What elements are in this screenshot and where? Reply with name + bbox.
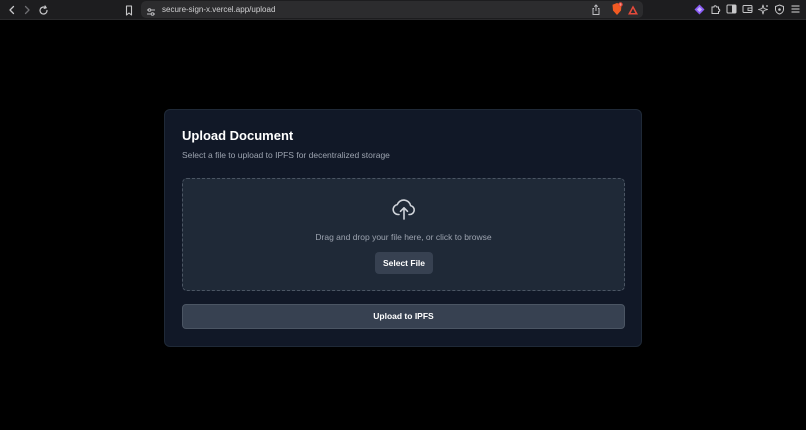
leo-ai-icon[interactable]	[757, 3, 769, 15]
reload-icon[interactable]	[36, 3, 50, 17]
wallet-diamond-icon[interactable]	[693, 3, 705, 15]
upload-cloud-icon	[391, 196, 417, 222]
back-icon[interactable]	[5, 3, 19, 17]
dropzone-hint: Drag and drop your file here, or click t…	[315, 232, 492, 242]
select-file-button[interactable]: Select File	[375, 252, 433, 274]
upload-card: Upload Document Select a file to upload …	[164, 109, 642, 347]
brave-rewards-icon[interactable]	[627, 3, 639, 15]
file-dropzone[interactable]: Drag and drop your file here, or click t…	[182, 178, 625, 291]
menu-icon[interactable]	[789, 3, 801, 15]
forward-icon[interactable]	[20, 3, 34, 17]
wallet-icon[interactable]	[741, 3, 753, 15]
bookmark-icon[interactable]	[122, 3, 136, 17]
url-text[interactable]: secure-sign-x.vercel.app/upload	[162, 3, 275, 16]
share-icon[interactable]	[591, 3, 601, 15]
site-settings-icon[interactable]	[146, 4, 156, 16]
page-title: Upload Document	[182, 128, 294, 143]
address-bar[interactable]: secure-sign-x.vercel.app/upload 9	[141, 1, 643, 18]
browser-toolbar: secure-sign-x.vercel.app/upload 9	[0, 0, 806, 20]
extensions-puzzle-icon[interactable]	[709, 3, 721, 15]
brave-shields-icon[interactable]: 9	[611, 2, 623, 16]
upload-to-ipfs-button[interactable]: Upload to IPFS	[182, 304, 625, 329]
sidebar-icon[interactable]	[725, 3, 737, 15]
vpn-shield-icon[interactable]	[773, 3, 785, 15]
page-subtitle: Select a file to upload to IPFS for dece…	[182, 150, 390, 160]
